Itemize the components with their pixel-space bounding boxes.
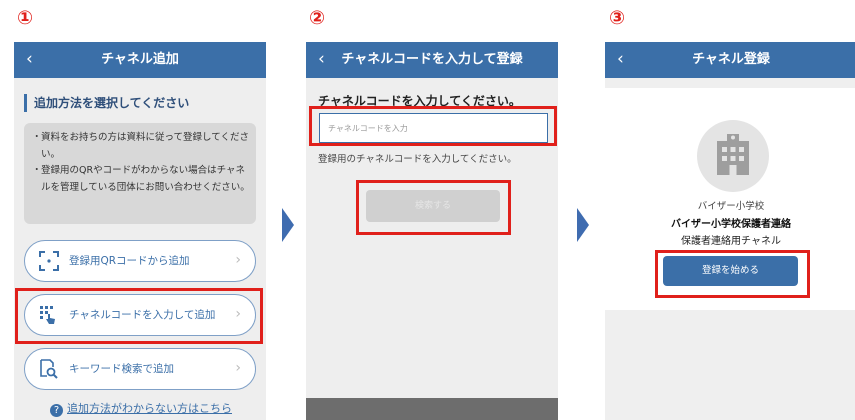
add-by-keyword-label: キーワード検索で追加	[69, 363, 174, 375]
code-hint: 登録用のチャネルコードを入力してください。	[318, 154, 517, 165]
page-title: チャネル登録	[692, 52, 770, 67]
add-by-keyword-button[interactable]: キーワード検索で追加 ›	[24, 348, 256, 390]
header-bar: ‹ チャネル追加	[14, 42, 266, 78]
page-title: チャネル追加	[101, 52, 179, 67]
channel-description: 保護者連絡用チャネル	[681, 236, 781, 247]
info-note: ・資料をお持ちの方は資料に従って登録してください。 ・登録用のQRやコードがわか…	[24, 123, 256, 224]
highlight-box	[356, 180, 511, 235]
note-item: ・登録用のQRやコードがわからない場合はチャネルを管理している団体にお問い合わせ…	[32, 165, 250, 193]
note-item: ・資料をお持ちの方は資料に従って登録してください。	[32, 132, 249, 160]
arrow-right-icon	[282, 208, 294, 242]
add-by-qr-label: 登録用QRコードから追加	[69, 255, 190, 267]
header-bar: ‹ チャネルコードを入力して登録	[306, 42, 558, 78]
add-channel-screen: ‹ チャネル追加 追加方法を選択してください ・資料をお持ちの方は資料に従って登…	[14, 42, 266, 420]
footer-bar	[306, 398, 558, 420]
arrow-right-icon	[577, 208, 589, 242]
school-building-icon	[697, 120, 769, 192]
highlight-box	[15, 288, 263, 344]
chevron-right-icon: ›	[235, 252, 241, 268]
header-bar: ‹ チャネル登録	[605, 42, 855, 78]
channel-name: バイザー小学校保護者連絡	[671, 219, 791, 230]
add-by-qr-button[interactable]: 登録用QRコードから追加 ›	[24, 240, 256, 282]
channel-register-screen: ‹ チャネル登録 バイザー小学校 バイザー小学校保護者連絡 保護者連絡用チャネル…	[605, 42, 855, 420]
section-title: 追加方法を選択してください	[24, 94, 189, 112]
search-doc-icon	[40, 359, 58, 379]
question-icon: ?	[50, 404, 63, 417]
step-number-2: ②	[309, 7, 326, 29]
help-link-text: 追加方法がわからない方はこちら	[67, 402, 232, 415]
step-number-3: ③	[609, 7, 626, 29]
page-title: チャネルコードを入力して登録	[341, 52, 523, 67]
step-number-1: ①	[17, 7, 34, 29]
qr-scan-icon	[39, 251, 59, 271]
help-link[interactable]: ? 追加方法がわからない方はこちら	[50, 401, 232, 417]
highlight-box	[309, 106, 557, 146]
chevron-right-icon: ›	[235, 360, 241, 376]
highlight-box	[655, 250, 810, 298]
school-name: バイザー小学校	[697, 201, 765, 212]
